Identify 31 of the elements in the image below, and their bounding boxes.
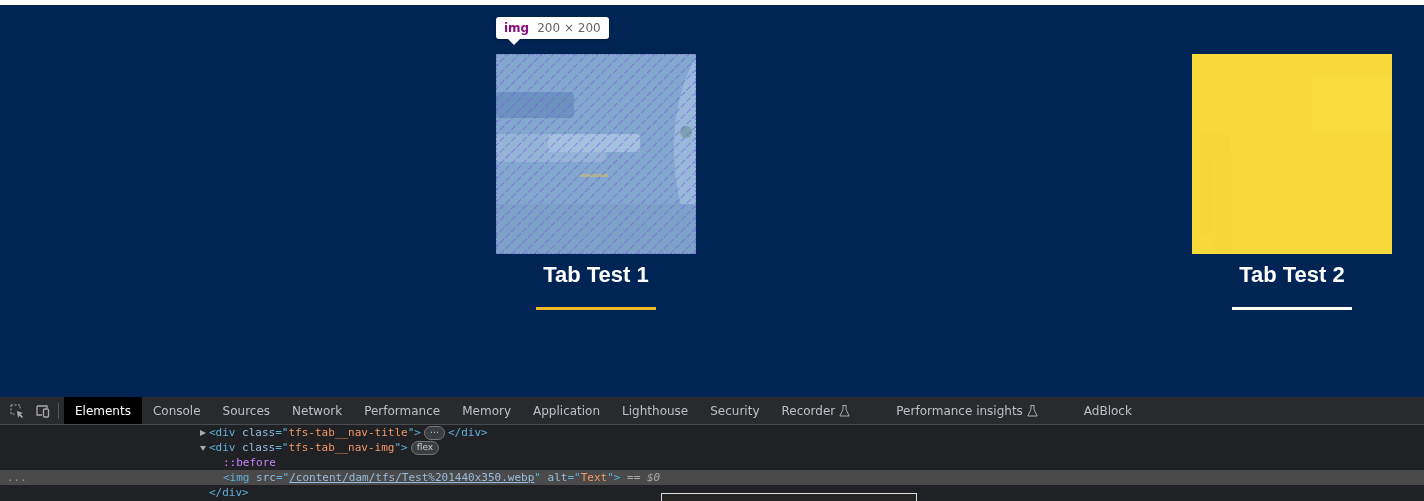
tooltip-tag: img (504, 21, 530, 35)
flask-icon (1026, 404, 1038, 417)
expanded-triangle-icon[interactable] (200, 444, 206, 451)
devtools-tab[interactable]: Performance insights (885, 397, 1049, 424)
code-line[interactable]: ::before (223, 456, 276, 469)
devtools-tab[interactable]: Console (141, 397, 212, 424)
code-line[interactable]: <div class="tfs-tab__nav-img"> (209, 441, 408, 454)
badge[interactable]: ⋯ (423, 425, 445, 440)
code-line[interactable]: <div class="tfs-tab__nav-title"> (209, 426, 421, 439)
devtools-tab[interactable]: AdBlock (1072, 397, 1143, 424)
devtools-tab[interactable]: Sources (211, 397, 282, 424)
flask-icon (839, 404, 851, 417)
inspect-icon[interactable] (9, 402, 25, 419)
tooltip-size: 200 × 200 (537, 21, 601, 35)
code-line: </div> (209, 486, 249, 499)
devtools-tab[interactable]: Memory (451, 397, 522, 424)
devtools-tab[interactable]: Security (699, 397, 771, 424)
devtools-tab[interactable]: Lighthouse (611, 397, 700, 424)
devtools-tab[interactable]: Performance (353, 397, 452, 424)
devtools-tab[interactable]: Recorder (770, 397, 862, 424)
device-icon[interactable] (34, 402, 50, 419)
devtools-tab[interactable]: Application (522, 397, 612, 424)
collapsed-triangle-icon[interactable] (200, 429, 206, 436)
tab-title[interactable]: Tab Test 2 (1239, 262, 1345, 288)
code-line[interactable]: <img src="/content/dam/tfs/Test%201440x350.webp" alt="Text"> == $0 (223, 471, 661, 484)
badge[interactable]: flex (410, 440, 440, 455)
tab-title[interactable]: Tab Test 1 (543, 262, 649, 288)
devtools-tab[interactable]: Network (281, 397, 354, 424)
devtools-tab[interactable]: Elements (64, 397, 142, 424)
file-link[interactable]: /content/dam/tfs/Test%201440x350.webp (289, 471, 535, 484)
code-line: </div> (447, 426, 488, 439)
